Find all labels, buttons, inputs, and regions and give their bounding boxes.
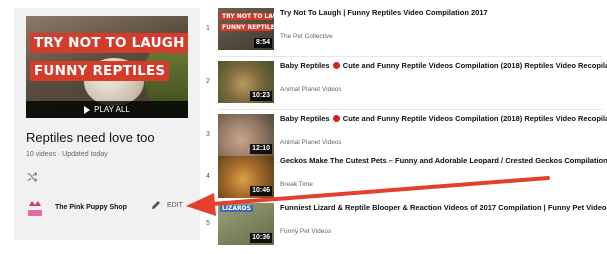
channel-name[interactable]: The Pink Puppy Shop bbox=[55, 204, 127, 211]
row-divider bbox=[218, 56, 602, 57]
video-index: 5 bbox=[206, 220, 210, 227]
video-channel[interactable]: Animal Planet Videos bbox=[280, 139, 342, 146]
play-icon bbox=[84, 105, 91, 114]
thumbnail-banner-top: TRY NOT TO LAUGH bbox=[30, 33, 188, 53]
video-duration: 10:23 bbox=[250, 91, 272, 101]
video-index: 1 bbox=[206, 25, 210, 32]
row-divider bbox=[218, 109, 602, 110]
thumbnail-banner-bottom: FUNNY REPTILES bbox=[30, 61, 170, 81]
thumb-banner-top: TRY NOT TO LAUGH bbox=[220, 13, 274, 20]
video-title[interactable]: Try Not To Laugh | Funny Reptiles Video … bbox=[280, 8, 488, 17]
play-all-button[interactable]: PLAY ALL bbox=[26, 101, 188, 118]
video-row[interactable]: 4 10:46 Geckos Make The Cutest Pets – Fu… bbox=[202, 156, 607, 198]
video-index: 2 bbox=[206, 78, 210, 85]
video-channel[interactable]: The Pet Collective bbox=[280, 33, 333, 40]
pencil-icon bbox=[152, 201, 160, 209]
video-title-part: Baby Reptiles bbox=[280, 114, 330, 123]
video-thumbnail[interactable]: LIZARDS 10:36 bbox=[218, 203, 274, 245]
video-title-part: Cute and Funny Reptile Videos Compilatio… bbox=[342, 114, 607, 123]
video-channel[interactable]: Animal Planet Videos bbox=[280, 86, 342, 93]
edit-button[interactable]: EDIT bbox=[150, 199, 183, 211]
video-thumbnail[interactable]: 10:23 bbox=[218, 61, 274, 103]
video-row[interactable]: 5 LIZARDS 10:36 Funniest Lizard & Reptil… bbox=[202, 203, 607, 245]
video-duration: 10:36 bbox=[250, 233, 272, 243]
edit-label: EDIT bbox=[167, 201, 183, 209]
video-row[interactable]: 1 TRY NOT TO LAUGH FUNNY REPTILES 8:54 T… bbox=[202, 8, 602, 50]
red-circle-emoji-icon bbox=[332, 62, 340, 69]
video-duration: 10:46 bbox=[250, 186, 272, 196]
video-title[interactable]: Baby Reptiles Cute and Funny Reptile Vid… bbox=[280, 114, 607, 123]
thumb-banner-bottom: FUNNY REPTILES bbox=[220, 24, 274, 31]
playlist-title: Reptiles need love too bbox=[26, 130, 155, 145]
video-title[interactable]: Funniest Lizard & Reptile Blooper & Reac… bbox=[280, 203, 607, 212]
video-thumbnail[interactable]: TRY NOT TO LAUGH FUNNY REPTILES 8:54 bbox=[218, 8, 274, 50]
video-row[interactable]: 2 10:23 Baby Reptiles Cute and Funny Rep… bbox=[202, 61, 607, 103]
video-index: 4 bbox=[206, 173, 210, 180]
video-title[interactable]: Baby Reptiles Cute and Funny Reptile Vid… bbox=[280, 61, 607, 70]
playlist-thumbnail[interactable]: TRY NOT TO LAUGH FUNNY REPTILES PLAY ALL bbox=[26, 16, 188, 118]
video-thumbnail[interactable]: 10:46 bbox=[218, 156, 274, 198]
video-channel[interactable]: Funny Pet Videos bbox=[280, 228, 331, 235]
video-duration: 8:54 bbox=[253, 38, 272, 48]
video-title-part: Baby Reptiles bbox=[280, 61, 330, 70]
video-title-part: Cute and Funny Reptile Videos Compilatio… bbox=[342, 61, 607, 70]
red-circle-emoji-icon bbox=[332, 115, 340, 122]
video-title[interactable]: Geckos Make The Cutest Pets – Funny and … bbox=[280, 156, 607, 165]
play-all-label: PLAY ALL bbox=[94, 105, 130, 114]
video-row[interactable]: 3 12:10 Baby Reptiles Cute and Funny Rep… bbox=[202, 114, 607, 156]
playlist-sidebar: TRY NOT TO LAUGH FUNNY REPTILES PLAY ALL… bbox=[14, 8, 200, 240]
playlist-meta: 10 videos · Updated today bbox=[26, 151, 108, 158]
video-channel[interactable]: Break Time bbox=[280, 181, 313, 188]
thumb-label: LIZARDS bbox=[220, 205, 253, 212]
shuffle-icon[interactable] bbox=[26, 171, 38, 183]
video-duration: 12:10 bbox=[250, 144, 272, 154]
video-index: 3 bbox=[206, 131, 210, 138]
channel-avatar[interactable] bbox=[26, 198, 44, 218]
video-thumbnail[interactable]: 12:10 bbox=[218, 114, 274, 156]
